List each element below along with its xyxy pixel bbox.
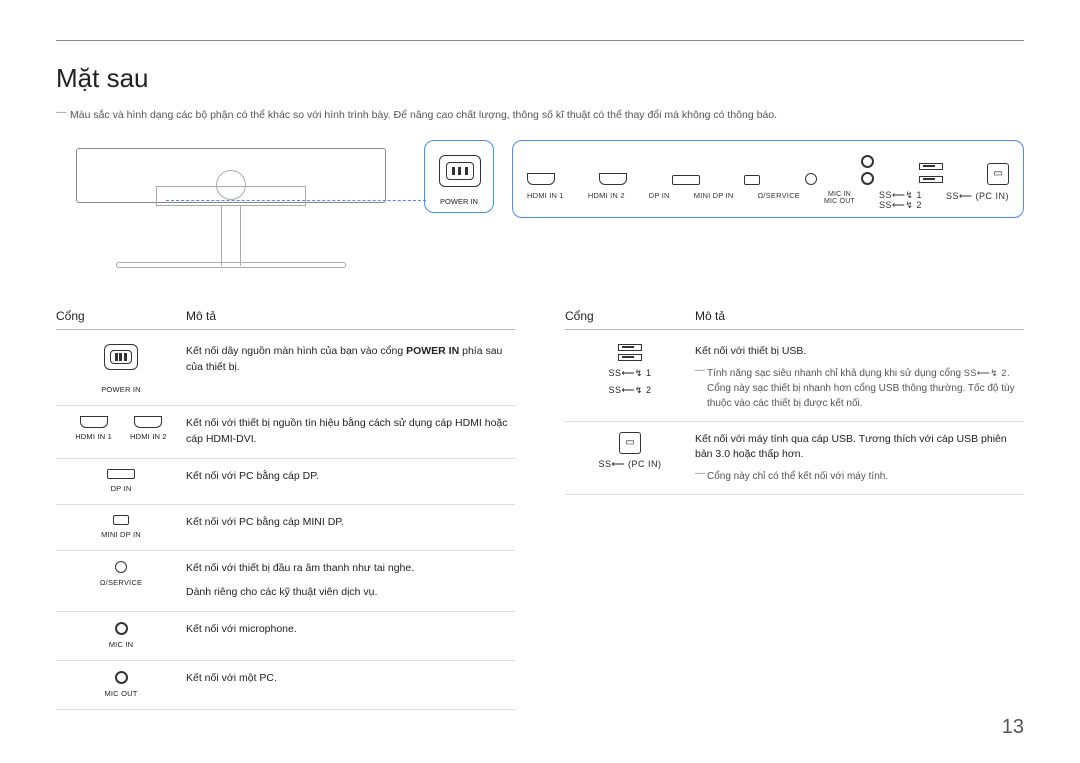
- port-label: SS⟵↯ 1SS⟵↯ 2: [879, 191, 922, 211]
- mic-jack-icon: [861, 155, 874, 168]
- table-row: MIC IN Kết nối với microphone.: [56, 612, 515, 661]
- row-desc: Kết nối với thiết bị đầu ra âm thanh như…: [186, 561, 515, 601]
- mic-jack-icon: [861, 172, 874, 185]
- col-header-port: Cổng: [56, 309, 186, 323]
- table-row: MIC OUT Kết nối với một PC.: [56, 661, 515, 710]
- row-label: MIC OUT: [104, 688, 137, 699]
- row-label: Ω/SERVICE: [100, 577, 142, 588]
- col-header-desc: Mô tả: [186, 309, 515, 323]
- row-label: MIC IN: [109, 639, 134, 650]
- usb-b-port-icon: ▭: [619, 432, 641, 454]
- table-row: Ω/SERVICE Kết nối với thiết bị đầu ra âm…: [56, 551, 515, 612]
- row-label: SS⟵↯ 1: [609, 367, 652, 381]
- hdmi-port-icon: [80, 416, 108, 428]
- power-port-figure: POWER IN: [424, 140, 494, 213]
- dp-port-icon: [672, 175, 700, 185]
- row-label: SS⟵↯ 2: [609, 384, 652, 398]
- port-label: HDMI IN 1: [527, 191, 564, 211]
- minidp-port-icon: [113, 515, 129, 525]
- row-label: POWER IN: [101, 384, 141, 395]
- dp-port-icon: [107, 469, 135, 479]
- row-desc: Kết nối với microphone.: [186, 622, 515, 638]
- table-row: MINI DP IN Kết nối với PC bằng cáp MINI …: [56, 505, 515, 551]
- mic-jack-icon: [115, 622, 128, 635]
- row-desc: Kết nối với máy tính qua cáp USB. Tương …: [695, 432, 1024, 485]
- monitor-outline: [56, 140, 406, 285]
- hdmi-port-icon: [599, 173, 627, 185]
- table-row: DP IN Kết nối với PC bằng cáp DP.: [56, 459, 515, 505]
- power-in-icon: [104, 344, 138, 370]
- minidp-port-icon: [744, 175, 760, 185]
- col-header-desc: Mô tả: [695, 309, 1024, 323]
- hdmi-port-icon: [527, 173, 555, 185]
- row-desc: Kết nối với PC bằng cáp MINI DP.: [186, 515, 515, 531]
- table-row: POWER IN Kết nối dây nguồn màn hình của …: [56, 334, 515, 406]
- port-label: MIC INMIC OUT: [824, 191, 855, 211]
- ports-panel-figure: ▭ HDMI IN 1 HDMI IN 2 DP IN MINI DP IN Ω…: [512, 140, 1024, 218]
- audio-jack-icon: [805, 173, 817, 185]
- row-label: DP IN: [111, 483, 132, 494]
- top-note: Màu sắc và hình dạng các bộ phận có thể …: [56, 108, 1024, 124]
- usb-b-port-icon: ▭: [987, 163, 1009, 185]
- table-row: ▭ SS⟵ (PC IN) Kết nối với máy tính qua c…: [565, 422, 1024, 496]
- power-in-icon: [439, 155, 481, 187]
- table-row: SS⟵↯ 1 SS⟵↯ 2 Kết nối với thiết bị USB. …: [565, 334, 1024, 422]
- audio-jack-icon: [115, 561, 127, 573]
- ports-table-left: Cổng Mô tả POWER IN Kết nối dây nguồn mà…: [56, 309, 515, 710]
- col-header-port: Cổng: [565, 309, 695, 323]
- ports-table-right: Cổng Mô tả SS⟵↯ 1 SS⟵↯ 2 Kết nối với thi…: [565, 309, 1024, 710]
- usb-a-port-icon: [618, 354, 642, 361]
- row-desc: Kết nối với PC bằng cáp DP.: [186, 469, 515, 485]
- row-desc: Kết nối dây nguồn màn hình của bạn vào c…: [186, 344, 515, 376]
- port-label: DP IN: [649, 191, 670, 211]
- usb-a-port-icon: [618, 344, 642, 351]
- power-label: POWER IN: [439, 197, 479, 206]
- row-desc: Kết nối với thiết bị nguồn tín hiệu bằng…: [186, 416, 515, 448]
- row-desc: Kết nối với thiết bị USB. Tính năng sạc …: [695, 344, 1024, 411]
- mic-jack-icon: [115, 671, 128, 684]
- port-label: HDMI IN 2: [588, 191, 625, 211]
- usb-a-port-icon: [919, 176, 943, 183]
- port-label: MINI DP IN: [694, 191, 734, 211]
- page-number: 13: [1002, 716, 1024, 739]
- table-row: HDMI IN 1 HDMI IN 2 Kết nối với thiết bị…: [56, 406, 515, 459]
- usb-a-port-icon: [919, 163, 943, 170]
- row-label: MINI DP IN: [101, 529, 141, 540]
- port-label: Ω/SERVICE: [758, 191, 800, 211]
- hdmi-port-icon: [134, 416, 162, 428]
- row-label: SS⟵ (PC IN): [599, 458, 662, 472]
- rear-diagram: POWER IN ▭ HDMI IN 1 HDMI IN 2 DP IN MIN…: [56, 140, 1024, 285]
- page-title: Mặt sau: [56, 63, 1024, 94]
- port-label: SS⟵ (PC IN): [946, 191, 1009, 211]
- row-desc: Kết nối với một PC.: [186, 671, 515, 687]
